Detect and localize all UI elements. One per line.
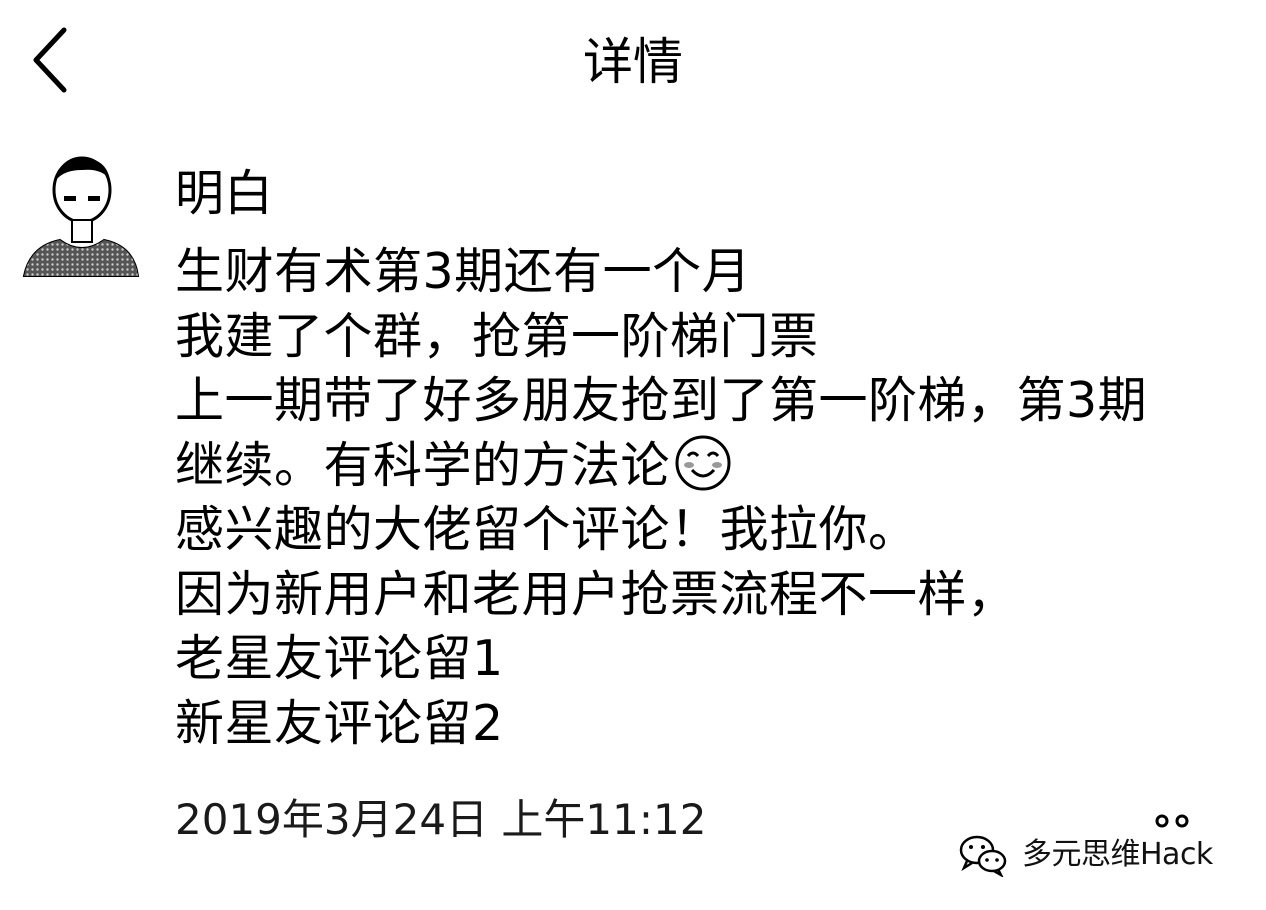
- post-body: 生财有术第3期还有一个月 我建了个群，抢第一阶梯门票 上一期带了好多朋友抢到了第…: [175, 240, 1255, 756]
- post-line: 上一期带了好多朋友抢到了第一阶梯，第3期: [175, 372, 1148, 429]
- post-line: 因为新用户和老用户抢票流程不一样，: [175, 565, 1017, 623]
- more-options-icon[interactable]: [1152, 813, 1192, 829]
- watermark: 多元思维Hack: [958, 830, 1213, 880]
- post-line-text: 继续。有科学的方法论: [175, 436, 671, 494]
- post-line: 生财有术第3期还有一个月: [175, 243, 752, 300]
- author-name[interactable]: 明白: [175, 162, 273, 226]
- post-line: 新星友评论留2: [175, 694, 504, 752]
- post-line: 我建了个群，抢第一阶梯门票: [175, 307, 819, 365]
- post-line: 感兴趣的大佬留个评论！我拉你。: [175, 501, 918, 558]
- nav-bar: 详情: [0, 0, 1266, 120]
- page-title: 详情: [583, 33, 683, 91]
- wechat-icon: [959, 835, 1007, 877]
- timestamp: 2019年3月24日 上午11:12: [175, 795, 707, 844]
- post-line: 继续。有科学的方法论: [175, 434, 1255, 499]
- watermark-text: 多元思维Hack: [1022, 837, 1213, 872]
- user-avatar-icon: [22, 156, 140, 277]
- post-line: 老星友评论留1: [175, 630, 504, 687]
- avatar[interactable]: [20, 152, 140, 280]
- smiley-icon: [674, 434, 732, 492]
